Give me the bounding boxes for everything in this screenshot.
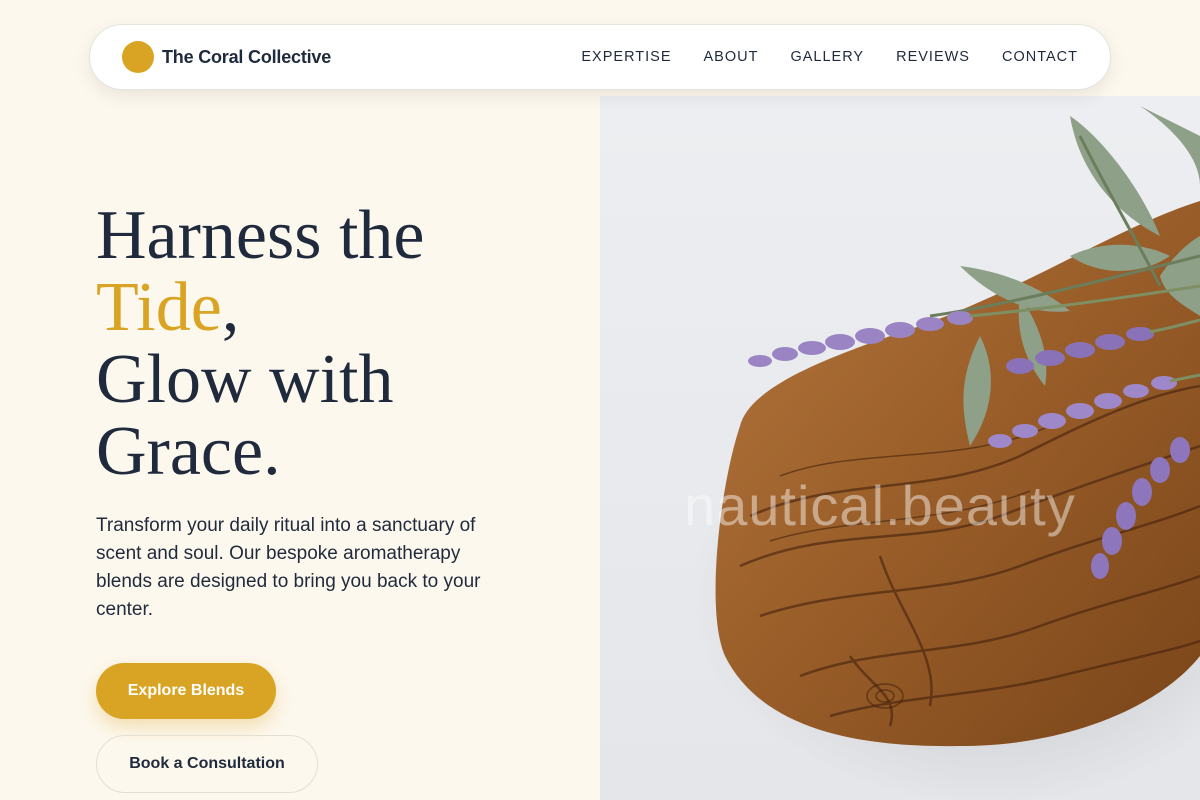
hero-title-line-1: Harness the (96, 197, 425, 274)
hero-title-line-4: Grace. (96, 413, 281, 490)
hero-description: Transform your daily ritual into a sanct… (96, 515, 481, 620)
hero-title-comma: , (221, 269, 240, 346)
lavender-board-illustration (690, 106, 1200, 800)
nav-link-expertise[interactable]: EXPERTISE (581, 49, 671, 65)
nav-links: EXPERTISE ABOUT GALLERY REVIEWS CONTACT (581, 49, 1078, 65)
nav-link-gallery[interactable]: GALLERY (790, 49, 864, 65)
nav-link-reviews[interactable]: REVIEWS (896, 49, 970, 65)
book-consultation-button[interactable]: Book a Consultation (96, 735, 318, 793)
hero-image: nautical.beauty (600, 96, 1200, 800)
nav-link-about[interactable]: ABOUT (704, 49, 759, 65)
explore-blends-button[interactable]: Explore Blends (96, 663, 276, 719)
nav-link-contact[interactable]: CONTACT (1002, 49, 1078, 65)
hero-title-accent: Tide (96, 269, 222, 346)
hero-title: Harness the Tide, Glow with Grace. (96, 200, 425, 488)
brand-logo-icon (122, 41, 154, 73)
image-watermark: nautical.beauty (684, 474, 1076, 537)
navbar: The Coral Collective EXPERTISE ABOUT GAL… (89, 24, 1111, 90)
brand-name: The Coral Collective (162, 46, 332, 67)
brand[interactable]: The Coral Collective (122, 41, 331, 73)
hero-title-line-3: Glow with (96, 341, 394, 418)
